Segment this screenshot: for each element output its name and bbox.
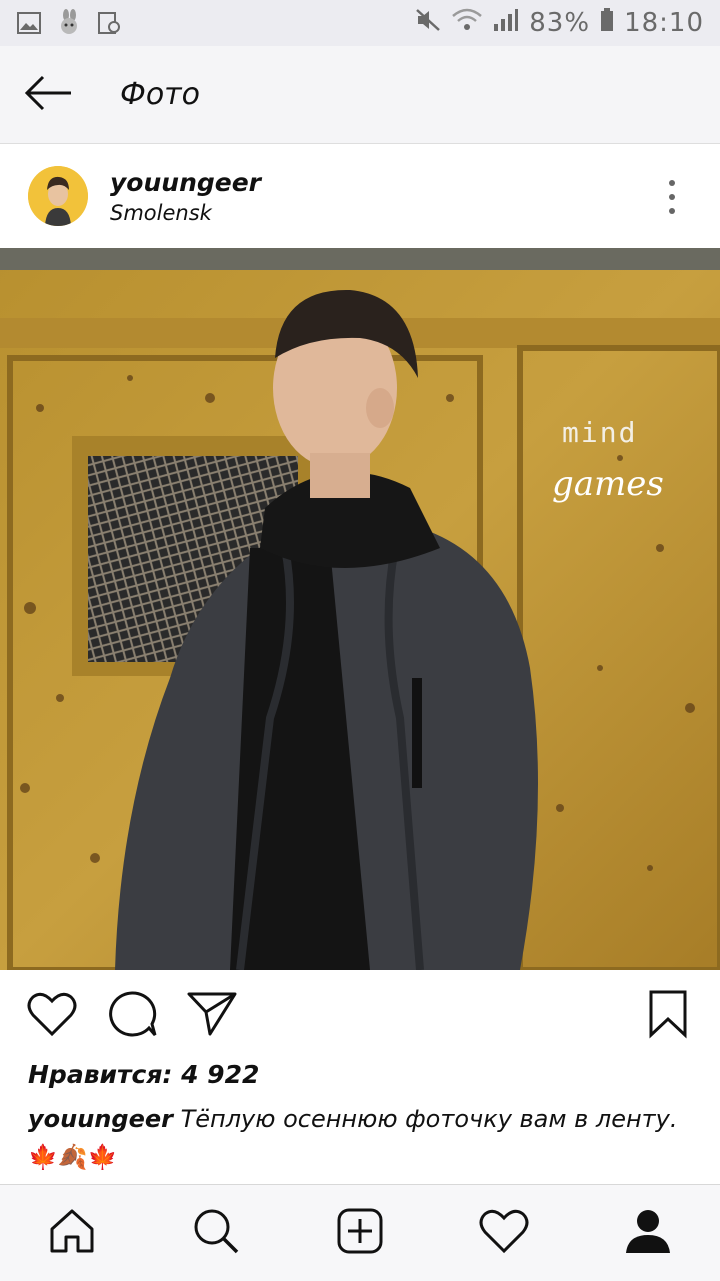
- status-bar: 83% 18:10: [0, 0, 720, 46]
- overlay-text-games: games: [552, 464, 664, 504]
- screen-record-icon: [96, 11, 122, 35]
- caption-username[interactable]: youungeer: [28, 1105, 173, 1133]
- heart-icon: [479, 1208, 529, 1258]
- arrow-left-icon: [23, 75, 73, 115]
- post-header: youungeer Smolensk: [0, 144, 720, 248]
- page-title: Фото: [120, 77, 201, 112]
- heart-icon: [27, 991, 77, 1041]
- post-location[interactable]: Smolensk: [110, 201, 261, 225]
- comment-button[interactable]: [106, 990, 158, 1042]
- nav-search[interactable]: [144, 1185, 288, 1281]
- send-icon: [186, 990, 238, 1042]
- signal-icon: [493, 8, 519, 39]
- rabbit-app-icon: [56, 9, 82, 35]
- post-actions: [0, 970, 720, 1062]
- nav-home[interactable]: [0, 1185, 144, 1281]
- like-button[interactable]: [26, 990, 78, 1042]
- nav-activity[interactable]: [432, 1185, 576, 1281]
- overlay-text-mind: mind: [562, 416, 638, 449]
- nav-profile[interactable]: [576, 1185, 720, 1281]
- battery-percent: 83%: [529, 8, 591, 38]
- caption-text: Тёплую осеннюю фоточку вам в ленту.: [172, 1105, 678, 1133]
- home-icon: [48, 1207, 96, 1259]
- comment-icon: [107, 990, 157, 1042]
- wifi-icon: [451, 8, 483, 39]
- share-button[interactable]: [186, 990, 238, 1042]
- person-icon: [624, 1207, 672, 1259]
- search-icon: [192, 1207, 240, 1259]
- plus-square-icon: [336, 1207, 384, 1259]
- more-options-button[interactable]: [660, 180, 684, 214]
- more-vertical-icon: [669, 180, 675, 214]
- gallery-icon: [16, 11, 42, 35]
- back-button[interactable]: [0, 46, 96, 144]
- likes-count[interactable]: Нравится: 4 922: [28, 1060, 259, 1089]
- battery-icon: [600, 7, 614, 39]
- post-photo[interactable]: mind games: [0, 248, 720, 970]
- post-username[interactable]: youungeer: [110, 168, 261, 197]
- bookmark-icon: [648, 989, 688, 1043]
- post-caption: youungeer Тёплую осеннюю фоточку вам в л…: [28, 1100, 698, 1176]
- nav-add[interactable]: [288, 1185, 432, 1281]
- app-bar: Фото: [0, 46, 720, 144]
- bottom-navigation: [0, 1184, 720, 1281]
- save-button[interactable]: [642, 990, 694, 1042]
- clock: 18:10: [624, 8, 704, 38]
- avatar[interactable]: [28, 166, 88, 226]
- mute-icon: [415, 8, 441, 39]
- caption-emoji: 🍁🍂🍁: [28, 1143, 118, 1171]
